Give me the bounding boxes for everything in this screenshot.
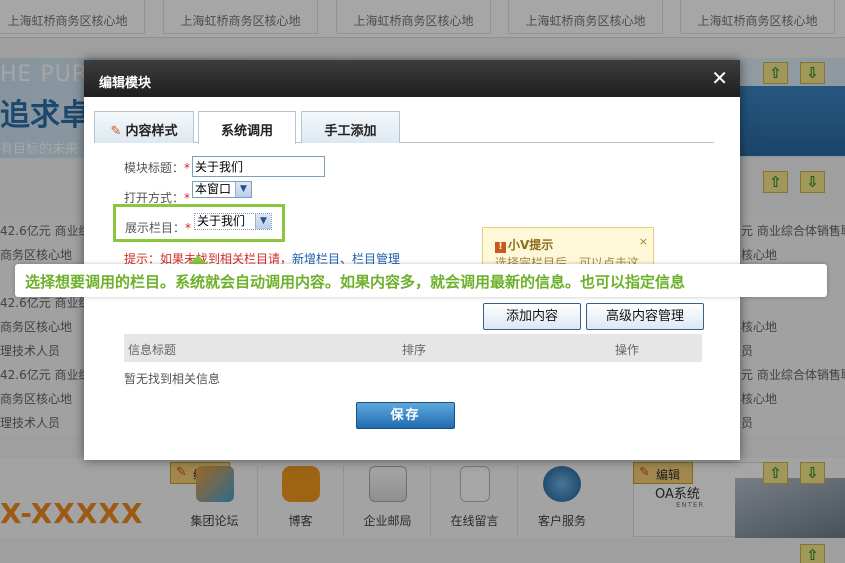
close-icon[interactable]: ✕ [711, 68, 728, 88]
alert-icon: ! [495, 242, 506, 253]
tab-bar: ✎ 内容样式 系统调用 手工添加 [94, 111, 714, 144]
dialog-header: 编辑模块 ✕ [84, 60, 740, 97]
column-label: 展示栏目：* [125, 219, 191, 236]
required-mark: * [184, 161, 191, 175]
required-mark: * [184, 191, 191, 205]
required-mark: * [185, 221, 192, 235]
tab-system-call[interactable]: 系统调用 [198, 111, 296, 144]
empty-table-text: 暂无找到相关信息 [124, 372, 221, 386]
advanced-content-button[interactable]: 高级内容管理 [586, 303, 704, 330]
module-title-label: 模块标题：* [124, 159, 190, 176]
tutorial-callout: 选择想要调用的栏目。系统就会自动调用内容。如果内容多，就会调用最新的信息。也可以… [15, 264, 827, 297]
label-text: 展示栏目： [125, 221, 186, 235]
tab-label: 内容样式 [125, 124, 178, 139]
column-header: 操作 [615, 343, 640, 357]
content-table-header: 信息标题 排序 操作 [124, 334, 702, 362]
save-button[interactable]: 保存 [356, 402, 455, 429]
label-text: 模块标题： [124, 161, 185, 175]
column-header: 排序 [402, 343, 427, 357]
chevron-down-icon: ▼ [255, 214, 271, 229]
tip-title: ! 小V提示 [495, 236, 553, 253]
tab-label: 系统调用 [220, 124, 273, 139]
select-value: 关于我们 [197, 214, 246, 228]
tab-label: 手工添加 [324, 124, 377, 139]
open-mode-select[interactable]: 本窗口 ▼ [192, 181, 252, 198]
edit-module-dialog: 编辑模块 ✕ ✎内容样式 系统调用 手工添加 模块标题：* 打开方式：* 本窗口… [84, 60, 740, 460]
label-text: 打开方式： [124, 191, 185, 205]
pen-icon: ✎ [110, 124, 122, 139]
callout-text: 选择想要调用的栏目。系统就会自动调用内容。如果内容多，就会调用最新的信息。也可以… [25, 273, 686, 291]
highlighted-column-field: 展示栏目：* 关于我们 ▼ [113, 204, 285, 242]
module-title-input[interactable] [192, 156, 325, 177]
chevron-down-icon: ▼ [235, 182, 251, 197]
select-value: 本窗口 [195, 182, 232, 196]
close-icon[interactable]: × [639, 235, 648, 248]
display-column-select[interactable]: 关于我们 ▼ [194, 213, 272, 230]
tab-manual-add[interactable]: 手工添加 [301, 111, 400, 143]
dialog-title: 编辑模块 [99, 76, 152, 91]
tip-title-text: 小V提示 [508, 238, 554, 252]
add-content-button[interactable]: 添加内容 [483, 303, 581, 330]
tab-content-style[interactable]: ✎ 内容样式 [94, 111, 194, 143]
column-header: 信息标题 [128, 343, 177, 357]
